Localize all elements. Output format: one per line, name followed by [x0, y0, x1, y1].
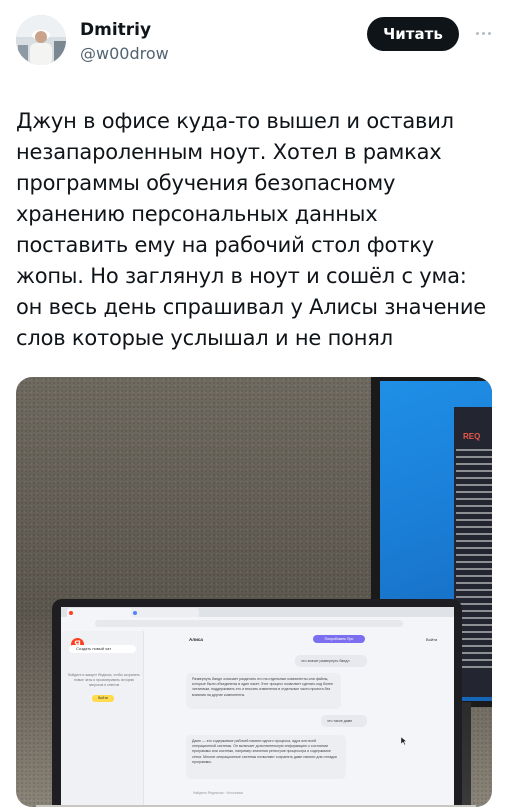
- author-name[interactable]: Dmitriy: [80, 20, 151, 40]
- chat-title: Алиса: [189, 637, 203, 642]
- address-bar: [95, 620, 403, 627]
- browser-tab-bar: [61, 607, 454, 617]
- avatar-photo: [16, 15, 66, 65]
- sidebar-note: Войдите в аккаунт Яндекса, чтобы сохраня…: [68, 673, 140, 687]
- follow-button[interactable]: Читать: [367, 17, 459, 51]
- message-actions: Найдено Яндексом · Источники: [193, 791, 243, 795]
- avatar[interactable]: [16, 15, 66, 65]
- chat-message-bot: Развернуть бандл означает разделить его …: [186, 673, 341, 709]
- browser-tab: [131, 608, 199, 617]
- chat-message-user: что такое дамп: [321, 715, 367, 727]
- login-link: Войти: [426, 637, 438, 642]
- new-chat-button: Создать новый чат: [69, 645, 136, 653]
- author-handle[interactable]: @w00drow: [80, 44, 169, 63]
- mouse-cursor-icon: [401, 737, 407, 745]
- laptop-screen: Я Создать новый чат Войдите в аккаунт Ян…: [61, 607, 454, 807]
- monitor-header: REQ: [463, 432, 481, 441]
- chat-message-bot: Дамп — это содержимое рабочей памяти одн…: [186, 735, 346, 779]
- chat-sidebar: [61, 631, 144, 807]
- upgrade-badge: Попробовать Про: [313, 635, 365, 643]
- browser-tab: [67, 608, 135, 617]
- tweet-photo[interactable]: REQ Я Создать новый чат Войдите в аккаун…: [16, 377, 492, 807]
- tweet-text: Джун в офисе куда-то вышел и оставил нез…: [16, 109, 486, 350]
- sidebar-login-button: Войти: [92, 695, 114, 702]
- tweet-header: Dmitriy @w00drow Читать: [0, 0, 507, 80]
- more-horizontal-icon[interactable]: [470, 20, 496, 46]
- chat-message-user: что значит развернуть бандл: [295, 655, 367, 667]
